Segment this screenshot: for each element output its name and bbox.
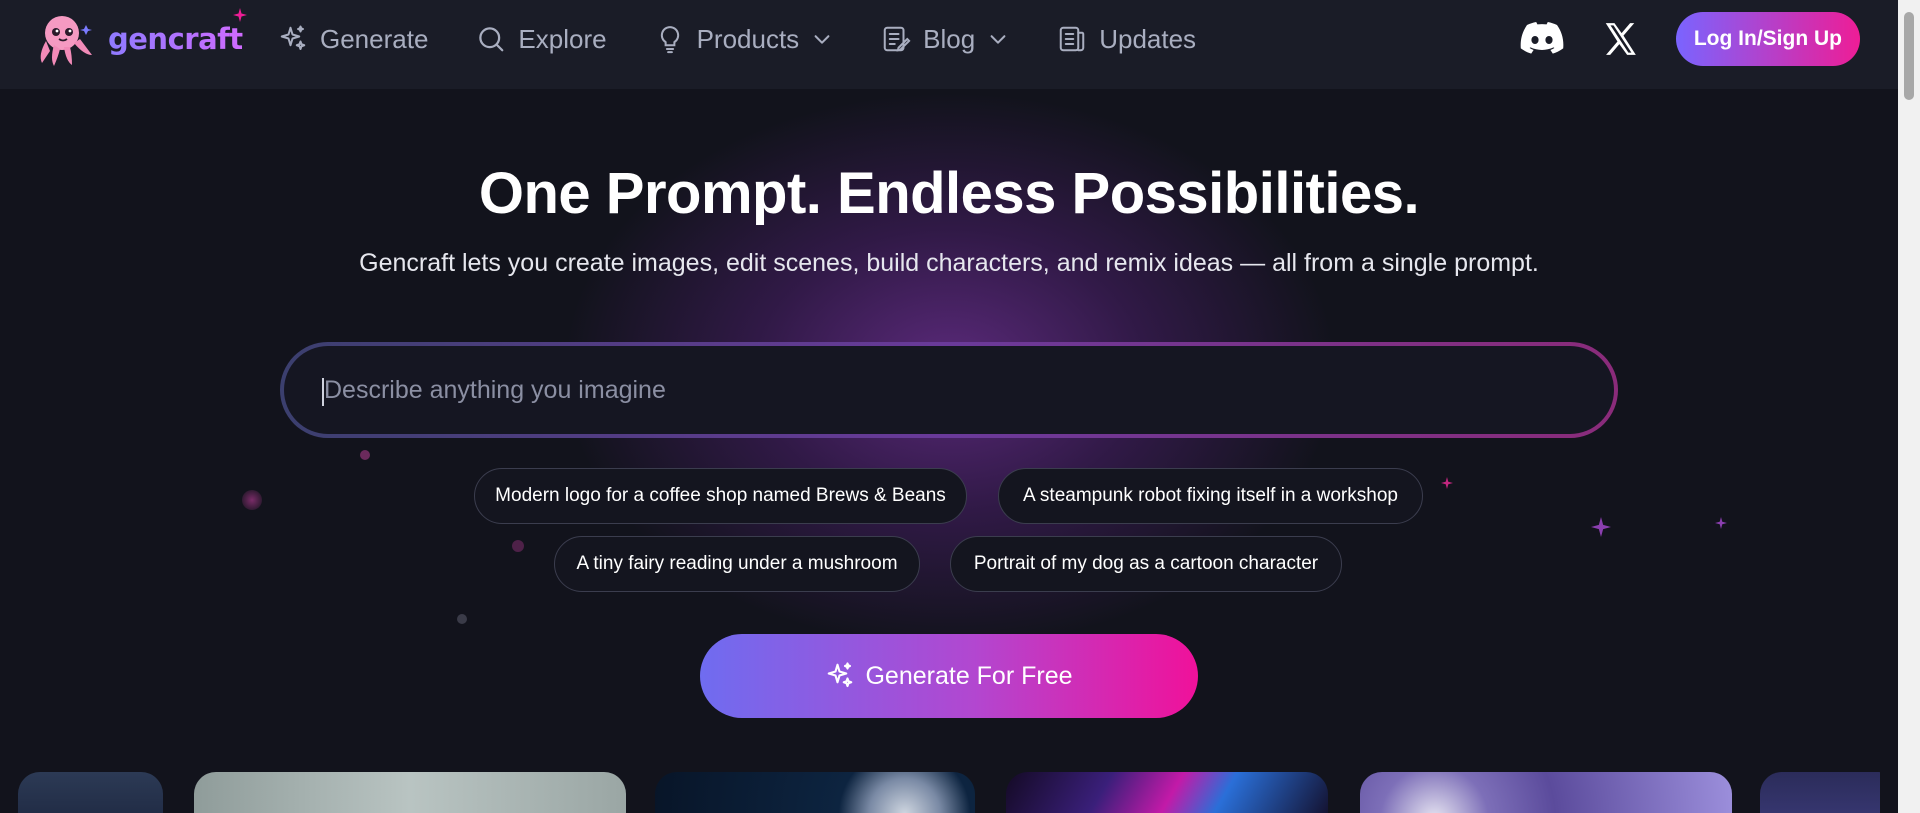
glow-dot bbox=[360, 450, 370, 460]
page-scrollbar[interactable] bbox=[1898, 0, 1920, 813]
gallery-strip bbox=[18, 772, 1880, 813]
chevron-down-icon bbox=[814, 35, 830, 44]
gallery-card-neon-tunnel[interactable] bbox=[1006, 772, 1328, 813]
suggestion-chip[interactable]: A tiny fairy reading under a mushroom bbox=[554, 536, 920, 592]
sparkle-icon bbox=[232, 8, 247, 22]
discord-link[interactable] bbox=[1520, 17, 1564, 61]
glow-dot bbox=[512, 540, 524, 552]
nav-actions: Log In/Sign Up bbox=[1520, 12, 1860, 66]
nav-label: Explore bbox=[518, 23, 607, 54]
nav-label: Products bbox=[696, 23, 800, 54]
glow-dot bbox=[242, 490, 262, 510]
hero-title: One Prompt. Endless Possibilities. bbox=[478, 161, 1420, 226]
brand-logo[interactable]: gencraft bbox=[34, 8, 247, 68]
gallery-card-purple[interactable] bbox=[1760, 772, 1880, 813]
nav-item-updates[interactable]: Updates bbox=[1057, 24, 1196, 55]
x-icon bbox=[1605, 23, 1636, 55]
octopus-mascot-icon bbox=[40, 16, 92, 66]
generate-for-free-button[interactable]: Generate For Free bbox=[700, 634, 1198, 718]
text-caret bbox=[322, 378, 324, 406]
nav-label: Blog bbox=[923, 23, 976, 54]
prompt-input[interactable] bbox=[284, 346, 1614, 434]
prompt-input-container bbox=[280, 342, 1618, 438]
x-twitter-link[interactable] bbox=[1598, 17, 1642, 61]
nav-item-products[interactable]: Products bbox=[655, 24, 834, 55]
gallery-card-misty-light[interactable] bbox=[194, 772, 626, 813]
suggestion-chip[interactable]: A steampunk robot fixing itself in a wor… bbox=[998, 468, 1423, 524]
sparkle-icon bbox=[1441, 477, 1453, 489]
sparkles-icon bbox=[828, 662, 853, 688]
scrollbar-thumb[interactable] bbox=[1904, 12, 1914, 100]
gallery-card-night-sky[interactable] bbox=[18, 772, 163, 813]
glow-dot bbox=[457, 614, 467, 624]
lightbulb-icon bbox=[660, 26, 679, 54]
top-navbar: gencraft Generate Explore Products Blog … bbox=[0, 0, 1898, 89]
gallery-card-moon-space[interactable] bbox=[655, 772, 975, 813]
suggestion-chip[interactable]: Portrait of my dog as a cartoon characte… bbox=[950, 536, 1342, 592]
document-edit-icon bbox=[883, 26, 911, 52]
nav-label: Generate bbox=[320, 23, 429, 54]
cta-label: Generate For Free bbox=[865, 661, 1073, 690]
login-signup-button[interactable]: Log In/Sign Up bbox=[1675, 12, 1860, 66]
primary-nav: Generate Explore Products Blog Updates bbox=[278, 0, 1244, 78]
nav-item-blog[interactable]: Blog bbox=[881, 24, 1009, 55]
nav-item-explore[interactable]: Explore bbox=[476, 23, 607, 55]
newspaper-icon bbox=[1059, 26, 1085, 52]
sparkle-icon bbox=[1591, 517, 1611, 537]
sparkles-icon bbox=[280, 25, 306, 50]
discord-icon bbox=[1520, 22, 1564, 54]
chevron-down-icon bbox=[990, 35, 1006, 44]
gallery-card-planet-tower[interactable] bbox=[1360, 772, 1732, 813]
suggestion-chip[interactable]: Modern logo for a coffee shop named Brew… bbox=[474, 468, 967, 524]
brand-name: gencraft bbox=[108, 22, 243, 56]
hero-subtitle: Gencraft lets you create images, edit sc… bbox=[359, 249, 1539, 277]
nav-label: Updates bbox=[1099, 23, 1197, 54]
nav-item-generate[interactable]: Generate bbox=[278, 24, 428, 55]
sparkle-icon bbox=[1715, 517, 1727, 529]
search-icon bbox=[479, 27, 504, 52]
